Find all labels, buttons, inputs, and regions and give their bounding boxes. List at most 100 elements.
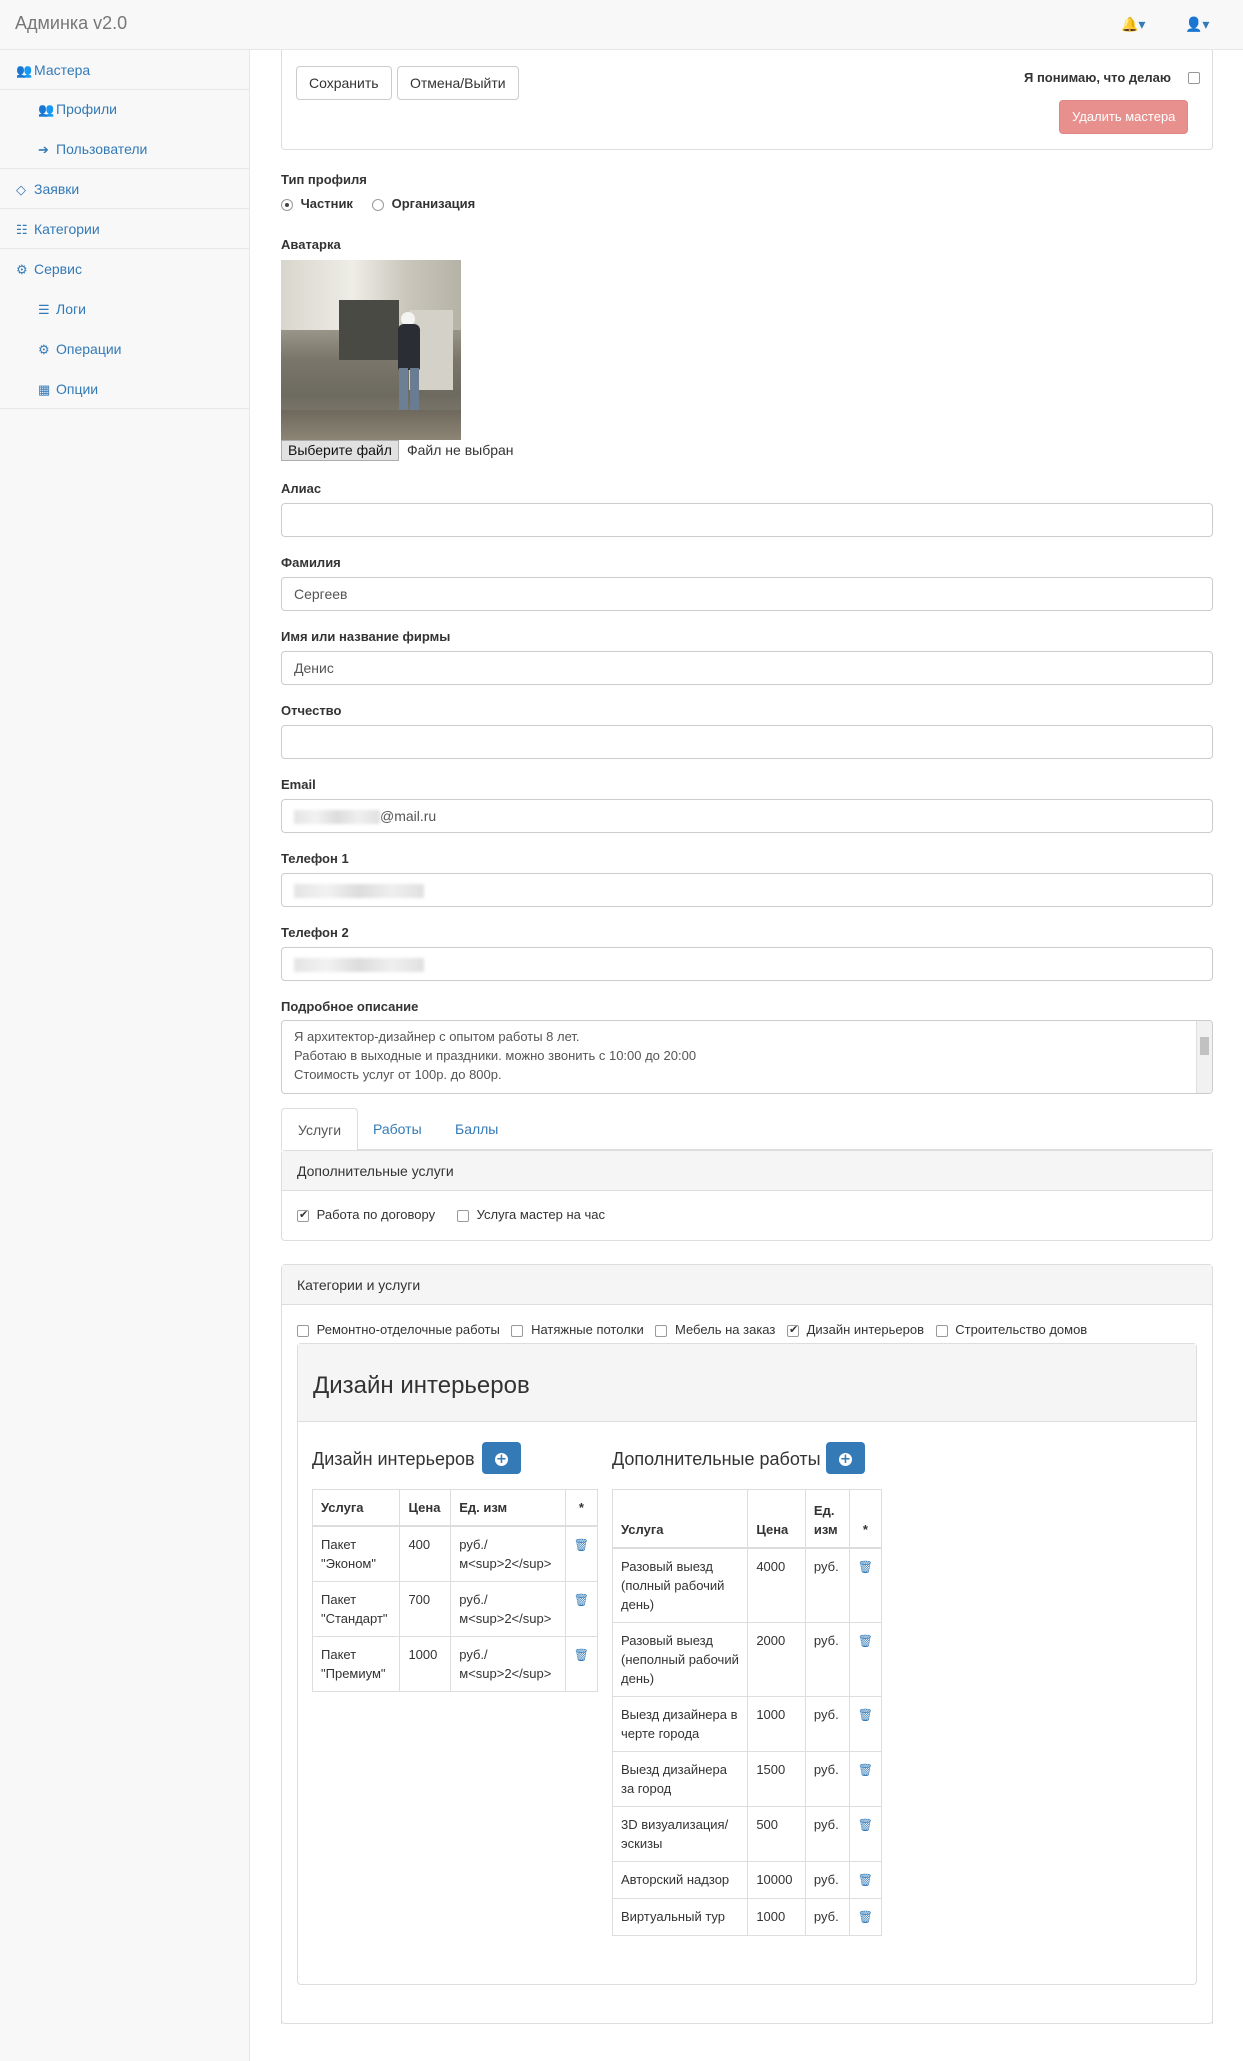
tab-works[interactable]: Работы xyxy=(357,1108,438,1150)
category-furniture[interactable]: Мебель на заказ xyxy=(655,1322,783,1337)
add-service-button[interactable]: + xyxy=(482,1442,521,1474)
trash-icon[interactable]: 🗑 xyxy=(574,1538,589,1552)
user-icon[interactable]: 👤▾ xyxy=(1185,16,1209,33)
extra-name: Авторский надзор xyxy=(611,1860,749,1899)
choose-file-button[interactable]: Выберите файл xyxy=(281,440,399,461)
table-row: Авторский надзор 10000 руб. 🗑 xyxy=(611,1860,883,1899)
lastname-input[interactable]: Сергеев xyxy=(281,577,1213,611)
checkbox-label: Натяжные потолки xyxy=(531,1322,644,1337)
firstname-input[interactable]: Денис xyxy=(281,651,1213,685)
radio-org[interactable] xyxy=(372,198,384,211)
category-design[interactable]: Дизайн интерьеров xyxy=(786,1322,932,1337)
delete-master-button[interactable]: Удалить мастера xyxy=(1059,100,1189,134)
sidebar-item-requests[interactable]: ◇ Заявки xyxy=(0,169,250,209)
checkbox[interactable] xyxy=(786,1323,799,1337)
sidebar-item-label: Категории xyxy=(34,221,100,237)
add-extra-button[interactable]: + xyxy=(826,1442,865,1474)
service-unit: руб./ м<sup>2</sup> xyxy=(450,1636,566,1692)
radio-private[interactable] xyxy=(281,198,293,211)
extra-service-contract[interactable]: Работа по договору xyxy=(297,1207,435,1222)
users-icon: 👥 xyxy=(16,63,33,78)
table-row: 3D визуализация/ эскизы 500 руб. 🗑 xyxy=(611,1805,883,1862)
checkbox-label: Услуга мастер на час xyxy=(476,1207,605,1222)
top-navbar: Админка v2.0 🔔▾ 👤▾ xyxy=(0,0,1243,50)
extra-service-hour[interactable]: Услуга мастер на час xyxy=(457,1207,605,1222)
phone1-input[interactable] xyxy=(281,873,1213,907)
checkbox[interactable] xyxy=(297,1208,309,1222)
checkbox[interactable] xyxy=(297,1324,309,1337)
extra-unit: руб. xyxy=(804,1805,850,1862)
description-line: Работаю в выходные и праздники. можно зв… xyxy=(294,1048,697,1063)
trash-icon[interactable]: 🗑 xyxy=(858,1560,873,1574)
trash-icon[interactable]: 🗑 xyxy=(858,1910,873,1924)
trash-icon[interactable]: 🗑 xyxy=(574,1593,589,1607)
trash-icon[interactable]: 🗑 xyxy=(858,1763,873,1777)
sidebar-item-profiles[interactable]: 👥 Профили xyxy=(0,89,250,129)
column-header: * xyxy=(564,1489,599,1527)
checkbox[interactable] xyxy=(935,1324,948,1337)
checkbox[interactable] xyxy=(655,1324,668,1337)
sidebar-item-label: Пользователи xyxy=(56,141,148,157)
extra-unit: руб. xyxy=(804,1750,850,1807)
extra-price: 500 xyxy=(747,1805,806,1862)
alias-input[interactable] xyxy=(281,503,1213,537)
sidebar-item-users[interactable]: ➔ Пользователи xyxy=(0,129,250,169)
extra-name: Выезд дизайнера в черте города xyxy=(611,1695,749,1752)
radio-private-label: Частник xyxy=(300,196,353,211)
sidebar-item-label: Логи xyxy=(56,301,86,317)
sidebar-item-label: Мастера xyxy=(34,62,91,78)
file-status: Файл не выбран xyxy=(407,442,514,458)
textarea-scrollbar[interactable] xyxy=(1196,1021,1212,1093)
trash-icon[interactable]: 🗑 xyxy=(858,1708,873,1722)
app-brand[interactable]: Админка v2.0 xyxy=(15,13,127,34)
checkbox[interactable] xyxy=(457,1209,469,1222)
sidebar-item-label: Заявки xyxy=(34,181,80,197)
email-input[interactable]: @mail.ru xyxy=(281,799,1213,833)
cancel-button[interactable]: Отмена/Выйти xyxy=(397,66,519,100)
sidebar-item-operations[interactable]: ⚙ Операции xyxy=(0,329,250,369)
confirm-checkbox[interactable] xyxy=(1188,72,1200,84)
trash-icon[interactable]: 🗑 xyxy=(858,1818,873,1832)
firstname-label: Имя или название фирмы xyxy=(281,629,451,644)
checkbox-label: Строительство домов xyxy=(955,1322,1088,1337)
phone2-redacted xyxy=(294,958,424,973)
middlename-input[interactable] xyxy=(281,725,1213,759)
alias-label: Алиас xyxy=(281,481,322,496)
trash-icon[interactable]: 🗑 xyxy=(574,1648,589,1662)
email-redacted xyxy=(294,810,380,825)
column-header: Услуга xyxy=(311,1489,401,1527)
table-row: Выезд дизайнера за город 1500 руб. 🗑 xyxy=(611,1750,883,1807)
categories-panel-bottom xyxy=(281,2010,1213,2024)
category-renovation[interactable]: Ремонтно-отделочные работы xyxy=(297,1322,508,1337)
category-ceilings[interactable]: Натяжные потолки xyxy=(511,1322,651,1337)
main-content: Сохранить Отмена/Выйти Я понимаю, что де… xyxy=(251,50,1243,2061)
description-label: Подробное описание xyxy=(281,999,419,1014)
profile-type-private[interactable]: Частник xyxy=(281,196,353,211)
tab-points[interactable]: Баллы xyxy=(439,1108,514,1150)
checkbox-label: Дизайн интерьеров xyxy=(806,1322,924,1337)
checkbox[interactable] xyxy=(511,1324,524,1337)
description-textarea[interactable]: Я архитектор-дизайнер с опытом работы 8 … xyxy=(281,1020,1213,1094)
sidebar-item-masters[interactable]: 👥 Мастера xyxy=(0,50,250,90)
tab-services[interactable]: Услуги xyxy=(281,1108,359,1151)
sidebar-item-service[interactable]: ⚙ Сервис xyxy=(0,249,250,289)
table-row: Разовый выезд (неполный рабочий день) 200… xyxy=(611,1621,883,1697)
column-header: Ед. изм xyxy=(450,1489,566,1527)
profile-type-org[interactable]: Организация xyxy=(372,196,475,211)
extra-services-title: Дополнительные услуги xyxy=(282,1151,1212,1191)
column-header: Услуга xyxy=(611,1489,749,1549)
sidebar-item-options[interactable]: ▦ Опции xyxy=(0,369,250,409)
avatar-image xyxy=(281,260,461,440)
trash-icon[interactable]: 🗑 xyxy=(858,1634,873,1648)
phone2-input[interactable] xyxy=(281,947,1213,981)
category-houses[interactable]: Строительство домов xyxy=(935,1322,1088,1337)
checkbox-label: Мебель на заказ xyxy=(674,1322,776,1337)
table-row: Виртуальный тур 1000 руб. 🗑 xyxy=(611,1897,883,1936)
bell-icon[interactable]: 🔔▾ xyxy=(1121,16,1145,33)
trash-icon[interactable]: 🗑 xyxy=(858,1873,873,1887)
column-header: Ед. изм xyxy=(804,1489,850,1549)
sidebar-item-logs[interactable]: ☰ Логи xyxy=(0,289,250,329)
save-button[interactable]: Сохранить xyxy=(296,66,392,100)
sidebar-item-categories[interactable]: ☷ Категории xyxy=(0,209,250,249)
extra-name: Разовый выезд (неполный рабочий день) xyxy=(611,1621,749,1697)
